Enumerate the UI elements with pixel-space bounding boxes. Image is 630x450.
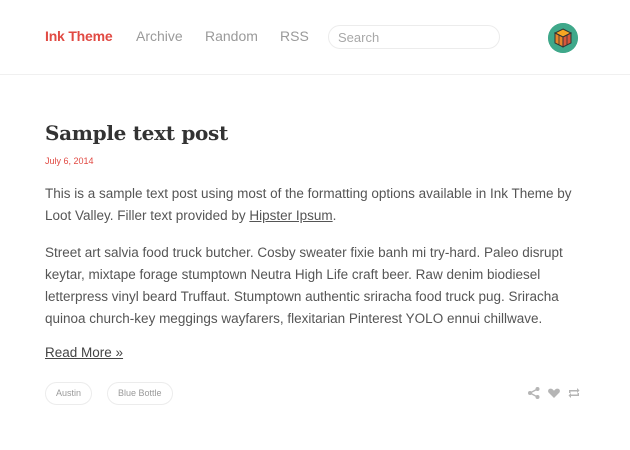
- post-date[interactable]: July 6, 2014: [45, 156, 94, 166]
- reblog-icon[interactable]: [567, 386, 581, 400]
- site-brand-link[interactable]: Ink Theme: [45, 28, 113, 44]
- tag-blue-bottle[interactable]: Blue Bottle: [107, 382, 173, 405]
- hipster-ipsum-link[interactable]: Hipster Ipsum: [249, 208, 332, 223]
- post-paragraph-2: Street art salvia food truck butcher. Co…: [45, 245, 563, 326]
- tag-austin[interactable]: Austin: [45, 382, 93, 405]
- site-header: Ink Theme Archive Random RSS: [0, 0, 630, 75]
- nav-rss[interactable]: RSS: [280, 28, 309, 44]
- search-input[interactable]: [328, 25, 500, 49]
- post-title[interactable]: Sample text post: [45, 121, 228, 145]
- avatar[interactable]: [548, 23, 578, 53]
- post-paragraph-1: This is a sample text post using most of…: [45, 183, 585, 227]
- share-icon[interactable]: [527, 386, 541, 400]
- nav-archive[interactable]: Archive: [136, 28, 183, 44]
- cube-icon: [548, 23, 578, 53]
- post-paragraph-1-end: .: [332, 208, 337, 223]
- nav-random[interactable]: Random: [205, 28, 258, 44]
- heart-icon[interactable]: [547, 386, 561, 400]
- read-more-link[interactable]: Read More »: [45, 345, 123, 360]
